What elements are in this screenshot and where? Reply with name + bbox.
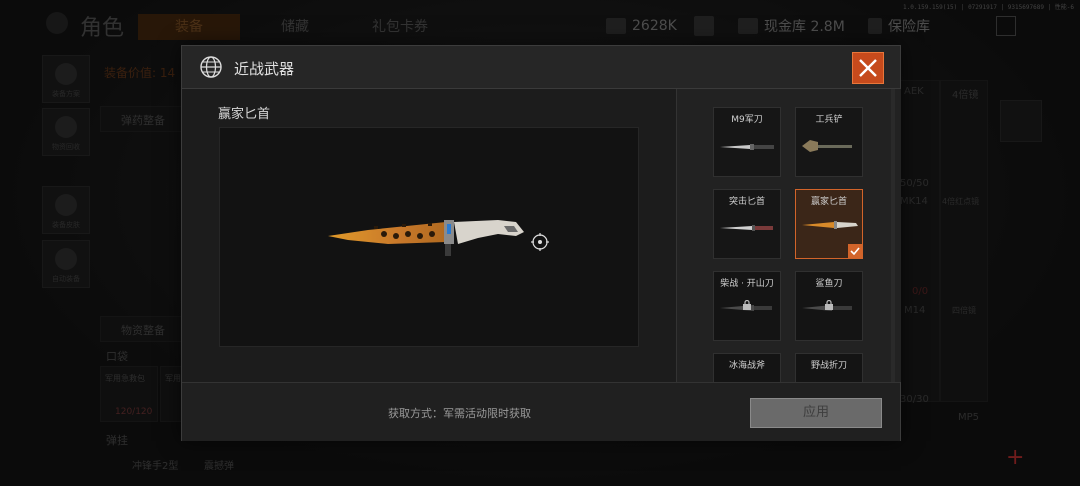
close-button[interactable] bbox=[852, 52, 884, 84]
globe-icon bbox=[200, 56, 222, 78]
melee-weapon-dialog: 近战武器 赢家匕首 M9军刀 工兵铲 突击匕首 赢家匕首 柴战 · 开山刀 鲨鱼… bbox=[181, 45, 901, 441]
weapon-card-m9[interactable]: M9军刀 bbox=[713, 107, 781, 177]
weapon-card-winner-dagger[interactable]: 赢家匕首 bbox=[795, 189, 863, 259]
selected-check-icon bbox=[848, 244, 862, 258]
weapon-card-label: 鲨鱼刀 bbox=[815, 279, 843, 289]
weapon-card-label: 柴战 · 开山刀 bbox=[720, 279, 774, 289]
preview-area: 赢家匕首 bbox=[182, 89, 676, 382]
shovel-image bbox=[802, 140, 852, 152]
dialog-title: 近战武器 bbox=[234, 60, 295, 78]
winner-dagger-thumb-image bbox=[802, 221, 858, 229]
weapon-card-assault-dagger[interactable]: 突击匕首 bbox=[713, 189, 781, 259]
weapon-card-label: 赢家匕首 bbox=[810, 197, 847, 207]
apply-button[interactable]: 应用 bbox=[750, 398, 882, 428]
dialog-header: 近战武器 bbox=[182, 46, 900, 89]
weapon-card-label: 野战折刀 bbox=[810, 361, 847, 371]
m9-knife-image bbox=[720, 144, 774, 150]
weapon-card-label: 冰海战斧 bbox=[728, 361, 765, 371]
obtain-method-text: 获取方式：军需活动限时获取 bbox=[388, 407, 531, 420]
weapon-card-shark-knife[interactable]: 鲨鱼刀 bbox=[795, 271, 863, 341]
close-icon bbox=[859, 59, 877, 77]
weapon-card-label: 工兵铲 bbox=[815, 115, 843, 125]
weapon-list: M9军刀 工兵铲 突击匕首 赢家匕首 柴战 · 开山刀 鲨鱼刀 冰海战斧 野战折… bbox=[676, 89, 901, 382]
lock-icon bbox=[825, 300, 833, 310]
weapon-card-machete[interactable]: 柴战 · 开山刀 bbox=[713, 271, 781, 341]
weapon-preview[interactable] bbox=[219, 127, 639, 347]
winner-dagger-image bbox=[328, 220, 524, 256]
weapon-card-ice-axe[interactable]: 冰海战斧 bbox=[713, 353, 781, 382]
weapon-card-field-folding-knife[interactable]: 野战折刀 bbox=[795, 353, 863, 382]
lock-icon bbox=[743, 300, 751, 310]
weapon-card-label: 突击匕首 bbox=[728, 197, 765, 207]
assault-dagger-image bbox=[720, 225, 773, 231]
weapon-card-label: M9军刀 bbox=[731, 115, 763, 125]
selected-item-name: 赢家匕首 bbox=[218, 107, 271, 122]
weapon-card-shovel[interactable]: 工兵铲 bbox=[795, 107, 863, 177]
crosshair-icon bbox=[531, 233, 549, 251]
dialog-footer: 获取方式：军需活动限时获取 应用 bbox=[182, 382, 900, 441]
list-scrollbar[interactable] bbox=[891, 89, 895, 382]
